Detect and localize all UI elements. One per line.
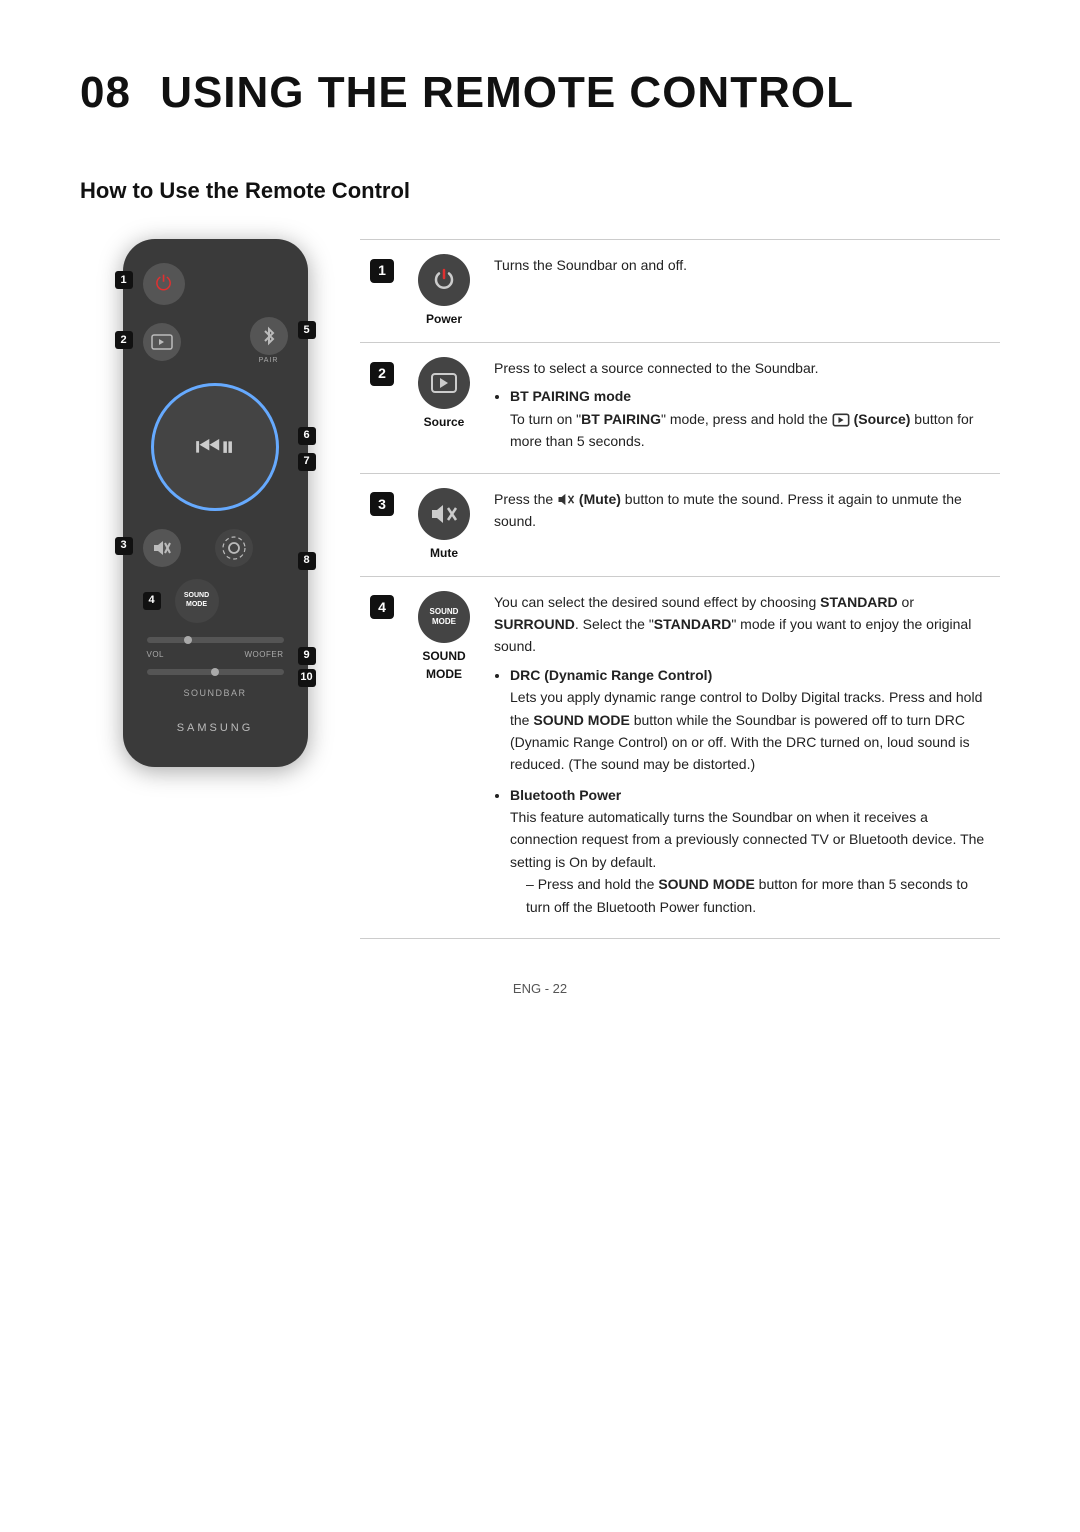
- callout-1: 1: [115, 271, 133, 289]
- soundbar-label: SOUNDBAR: [183, 687, 246, 701]
- woofer-label: WOOFER: [245, 649, 284, 661]
- row2-num: 2: [360, 343, 404, 474]
- mute-icon-label: Mute: [414, 544, 474, 562]
- power-table-icon: [431, 267, 457, 293]
- mute-soundmode-row: 3 8: [143, 529, 288, 567]
- sound-mode-button[interactable]: [215, 529, 253, 567]
- sound-mode-icon-label: SOUND MODE: [414, 647, 474, 683]
- dpad-row: 6 7 ⏮⏸: [143, 383, 288, 511]
- callout-3: 3: [115, 537, 133, 555]
- callout-7: 7: [298, 453, 316, 471]
- sound-mode-text-line2: MODE: [186, 601, 207, 609]
- power-button[interactable]: ⏻: [143, 263, 185, 305]
- row3-icon-cell: Mute: [404, 473, 484, 576]
- footer-text: ENG - 22: [513, 981, 567, 996]
- row1-desc: Turns the Soundbar on and off.: [484, 240, 1000, 343]
- vol-labels: VOL WOOFER: [147, 649, 284, 661]
- remote-illustration: 1 ⏻ 2 5: [80, 239, 360, 767]
- page-title: 08 USING THE REMOTE CONTROL: [80, 60, 1000, 126]
- table-row-2: 2 Source Press to select a source connec…: [360, 343, 1000, 474]
- power-row: 1 ⏻: [143, 263, 288, 305]
- callout-6: 6: [298, 427, 316, 445]
- mute-icon: [152, 540, 172, 556]
- row3-num: 3: [360, 473, 404, 576]
- dpad-ring[interactable]: ⏮⏸: [151, 383, 279, 511]
- bluetooth-icon: [261, 326, 277, 346]
- mute-button[interactable]: [143, 529, 181, 567]
- callout-2: 2: [115, 331, 133, 349]
- sliders-area: 9 10 VOL WOOFER: [143, 637, 288, 675]
- callout-10: 10: [298, 669, 316, 687]
- play-pause-icon: ⏮⏸: [195, 426, 234, 468]
- row3-desc: Press the (Mute) button to mute the soun…: [484, 473, 1000, 576]
- power-icon-label: Power: [414, 310, 474, 328]
- mute-icon-circle: [418, 488, 470, 540]
- page-footer: ENG - 22: [80, 979, 1000, 999]
- source-inline-icon: [832, 413, 850, 427]
- vol-slider[interactable]: [147, 637, 284, 643]
- pair-label: PAIR: [259, 356, 279, 367]
- source-icon: [151, 334, 173, 350]
- callout-5: 5: [298, 321, 316, 339]
- table-row-1: 1 Power Turns the Soundbar on and off.: [360, 240, 1000, 343]
- woofer-thumb: [211, 668, 219, 676]
- source-button[interactable]: [143, 323, 181, 361]
- table-row-4: 4 SOUND MODE SOUND MODE You can select t…: [360, 576, 1000, 938]
- vol-thumb: [184, 636, 192, 644]
- row4-num: 4: [360, 576, 404, 938]
- power-icon: ⏻: [156, 269, 172, 299]
- description-table: 1 Power Turns the Soundbar on and off.: [360, 239, 1000, 939]
- callout-4-remote: 4: [143, 592, 161, 610]
- power-icon-circle: [418, 254, 470, 306]
- title-text: USING THE REMOTE CONTROL: [160, 68, 854, 117]
- source-bt-row: 2 5 PAIR: [143, 317, 288, 367]
- mute-btn-wrap: 3: [143, 529, 181, 567]
- row1-num: 1: [360, 240, 404, 343]
- ref-table: 1 Power Turns the Soundbar on and off.: [360, 239, 1000, 939]
- main-content: 1 ⏻ 2 5: [80, 239, 1000, 939]
- bt-btn-wrap: 5 PAIR: [250, 317, 288, 367]
- sound-mode-text-line1: SOUND: [184, 592, 209, 600]
- bluetooth-button[interactable]: [250, 317, 288, 355]
- row2-icon-cell: Source: [404, 343, 484, 474]
- remote-control: 1 ⏻ 2 5: [123, 239, 308, 767]
- callout-8: 8: [298, 552, 316, 570]
- vol-label: VOL: [147, 649, 165, 661]
- sound-mode-main-button[interactable]: SOUND MODE: [175, 579, 219, 623]
- woofer-slider[interactable]: [147, 669, 284, 675]
- row4-desc: You can select the desired sound effect …: [484, 576, 1000, 938]
- sound-mode-icon-circle: SOUND MODE: [418, 591, 470, 643]
- source-btn-wrap: 2: [143, 323, 181, 361]
- mute-table-icon: [430, 502, 458, 526]
- row1-icon-cell: Power: [404, 240, 484, 343]
- samsung-label: SAMSUNG: [177, 720, 254, 737]
- section-heading: How to Use the Remote Control: [80, 174, 1000, 207]
- source-icon-label: Source: [414, 413, 474, 431]
- callout-9: 9: [298, 647, 316, 665]
- chapter-number: 08: [80, 68, 131, 117]
- gear-icon: [219, 533, 249, 563]
- soundmode-standalone-row: 4 SOUND MODE: [143, 579, 288, 623]
- source-table-icon: [430, 372, 458, 394]
- row4-icon-cell: SOUND MODE SOUND MODE: [404, 576, 484, 938]
- row2-desc: Press to select a source connected to th…: [484, 343, 1000, 474]
- table-row-3: 3 Mute Press the: [360, 473, 1000, 576]
- source-icon-circle: [418, 357, 470, 409]
- mute-inline-icon: [557, 492, 575, 507]
